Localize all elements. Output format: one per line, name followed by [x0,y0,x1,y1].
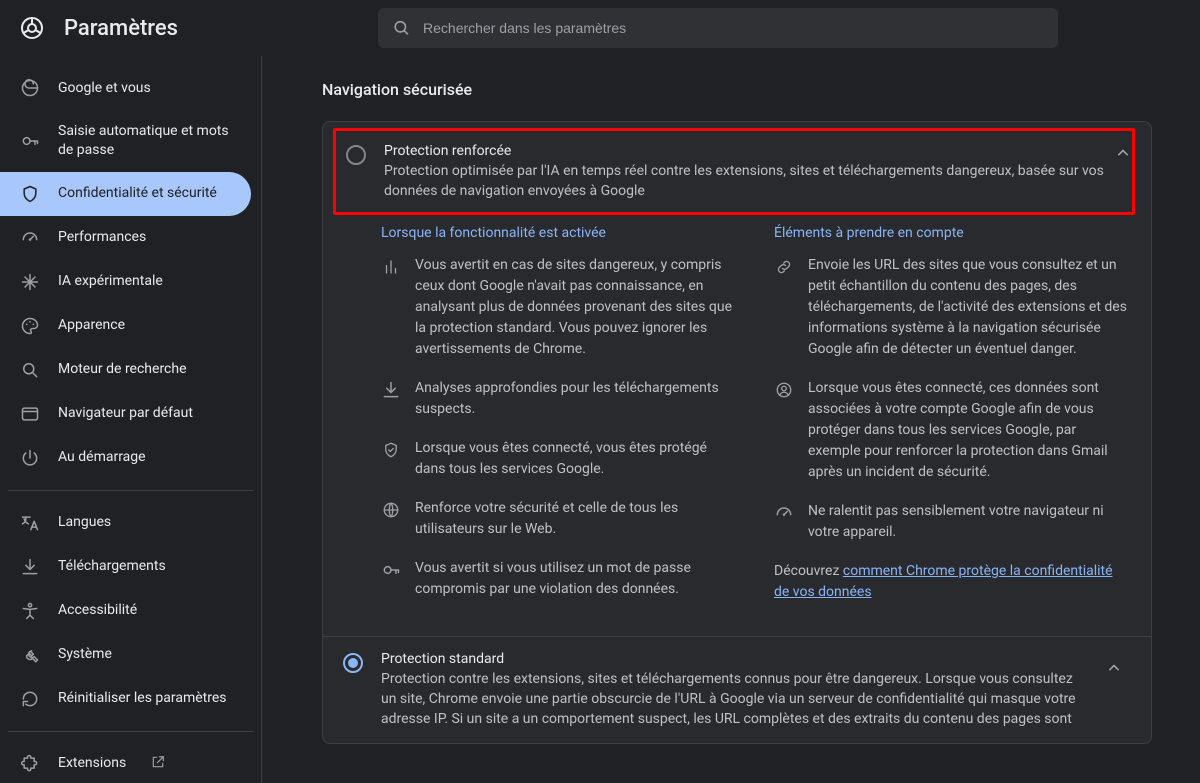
feature-item: Vous avertit en cas de sites dangereux, … [381,255,738,360]
search-input-container[interactable] [378,8,1058,48]
page-title: Paramètres [64,16,178,41]
feature-item: Envoie les URL des sites que vous consul… [774,255,1131,360]
speed-icon [20,228,40,248]
sidebar-item-translate[interactable]: Langues [0,501,251,545]
shield-check-icon [381,440,401,460]
sidebar-item-label: Moteur de recherche [58,360,187,379]
standard-protection-row: Protection standard Protection contre le… [323,637,1151,744]
power-icon [20,448,40,468]
globe-icon [381,500,401,520]
sidebar-item-accessibility[interactable]: Accessibilité [0,589,251,633]
sidebar-item-label: Saisie automatique et mots de passe [58,122,231,160]
chrome-logo-icon [20,16,44,40]
section-title: Navigation sécurisée [322,80,1152,99]
palette-icon [20,316,40,336]
sidebar[interactable]: Google et vous Saisie automatique et mots… [0,56,262,783]
feature-text: Lorsque vous êtes connecté, vous êtes pr… [415,438,738,480]
search-input[interactable] [423,20,1044,36]
google-icon [20,78,40,98]
extension-icon [20,754,40,774]
account-icon [774,380,794,400]
topbar: Paramètres [0,0,1200,56]
browser-icon [20,404,40,424]
speed-icon [774,503,794,523]
feature-text: Ne ralentit pas sensiblement votre navig… [808,501,1131,543]
translate-icon [20,513,40,533]
sidebar-item-label: Performances [58,228,146,247]
sidebar-item-key[interactable]: Saisie automatique et mots de passe [0,110,251,172]
sidebar-item-label: Extensions [58,754,126,773]
feature-item: Lorsque vous êtes connecté, vous êtes pr… [381,438,738,480]
search-icon [392,18,411,38]
sidebar-item-google[interactable]: Google et vous [0,66,251,110]
enhanced-protection-text: Protection renforcée Protection optimisé… [384,143,1122,202]
collapse-standard-button[interactable] [1097,651,1131,685]
sidebar-item-label: Au démarrage [58,448,146,467]
download-icon [381,380,401,400]
standard-protection-text: Protection standard Protection contre le… [381,651,1081,730]
sidebar-item-label: Google et vous [58,79,151,98]
search-icon [20,360,40,380]
safe-browsing-card: Protection renforcée Protection optimisé… [322,121,1152,744]
feature-item: Analyses approfondies pour les télécharg… [381,378,738,420]
standard-protection-radio[interactable] [343,653,363,673]
sidebar-item-label: Réinitialiser les paramètres [58,689,227,708]
feature-text: Renforce votre sécurité et celle de tous… [415,498,738,540]
sidebar-item-label: Navigateur par défaut [58,404,193,423]
sidebar-item-label: Accessibilité [58,601,137,620]
feature-text: Vous avertit en cas de sites dangereux, … [415,255,738,360]
sidebar-item-shield[interactable]: Confidentialité et sécurité [0,172,251,216]
sidebar-item-label: Langues [58,513,111,532]
main-content[interactable]: Navigation sécurisée Protection renforcé… [262,56,1200,783]
link-icon [774,257,794,277]
sidebar-item-wrench[interactable]: Système [0,633,251,677]
considerations-column: Éléments à prendre en compte Envoie les … [774,225,1131,618]
enabled-features-column: Lorsque la fonctionnalité est activée Vo… [381,225,738,618]
learn-more-text: Découvrez comment Chrome protège la conf… [774,561,1131,603]
enhanced-protection-radio[interactable] [346,145,366,165]
sidebar-item-extension[interactable]: Extensions [0,742,251,783]
sidebar-item-label: Confidentialité et sécurité [58,184,217,203]
feature-item: Renforce votre sécurité et celle de tous… [381,498,738,540]
download-icon [20,557,40,577]
sidebar-item-label: Apparence [58,316,125,335]
spark-icon [20,272,40,292]
feature-text: Analyses approfondies pour les télécharg… [415,378,738,420]
sidebar-item-speed[interactable]: Performances [0,216,251,260]
feature-item: Vous avertit si vous utilisez un mot de … [381,558,738,600]
feature-text: Envoie les URL des sites que vous consul… [808,255,1131,360]
sidebar-item-search[interactable]: Moteur de recherche [0,348,251,392]
accessibility-icon [20,601,40,621]
feature-item: Lorsque vous êtes connecté, ces données … [774,378,1131,483]
feature-item: Ne ralentit pas sensiblement votre navig… [774,501,1131,543]
col2-header: Éléments à prendre en compte [774,225,1131,241]
key-icon [381,560,401,580]
feature-text: Vous avertit si vous utilisez un mot de … [415,558,738,600]
sidebar-item-spark[interactable]: IA expérimentale [0,260,251,304]
sidebar-item-power[interactable]: Au démarrage [0,436,251,480]
shield-icon [20,184,40,204]
sidebar-item-label: Téléchargements [58,557,166,576]
sidebar-item-download[interactable]: Téléchargements [0,545,251,589]
sidebar-item-browser[interactable]: Navigateur par défaut [0,392,251,436]
collapse-enhanced-button[interactable] [1106,136,1140,170]
open-external-icon [150,754,166,774]
sidebar-item-palette[interactable]: Apparence [0,304,251,348]
col1-header: Lorsque la fonctionnalité est activée [381,225,738,241]
sidebar-item-reset[interactable]: Réinitialiser les paramètres [0,677,251,721]
enhanced-protection-highlight: Protection renforcée Protection optimisé… [333,128,1135,215]
enhanced-details: Lorsque la fonctionnalité est activée Vo… [323,225,1151,636]
sidebar-item-label: Système [58,645,112,664]
chart-icon [381,257,401,277]
sidebar-item-label: IA expérimentale [58,272,163,291]
reset-icon [20,689,40,709]
feature-text: Lorsque vous êtes connecté, ces données … [808,378,1131,483]
wrench-icon [20,645,40,665]
key-icon [20,131,40,151]
